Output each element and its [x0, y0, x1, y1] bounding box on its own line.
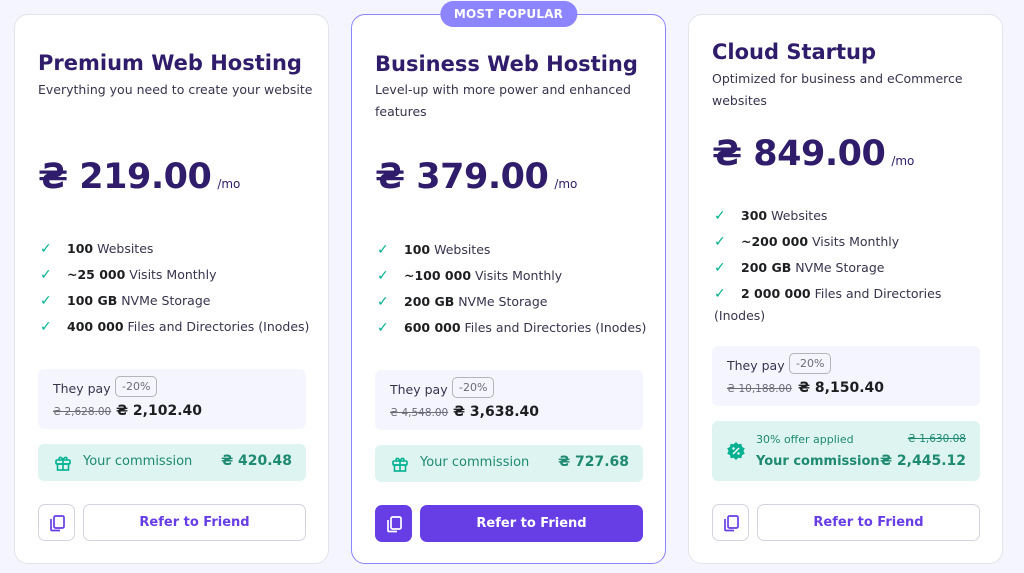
feature-list: ✓ 300 Websites ✓ ~200 000 Visits Monthly ✓… [714, 203, 986, 327]
check-icon: ✓ [714, 286, 726, 302]
copy-icon [723, 514, 739, 531]
discounted-price: ₴ 8,150.40 [798, 380, 884, 396]
price-value: ₴ 379.00 [375, 157, 549, 197]
they-pay-label: They pay [53, 381, 111, 396]
check-icon: ✓ [377, 294, 389, 310]
plan-title: Cloud Startup [712, 40, 877, 64]
plan-price: ₴ 379.00/mo [375, 157, 577, 197]
plan-card-business: MOST POPULAR Business Web Hosting Level-… [351, 1, 666, 564]
feature-item: ✓ 100 Websites [377, 237, 662, 263]
plan-subtitle: Everything you need to create your websi… [38, 82, 313, 97]
gift-icon [391, 455, 409, 477]
price-value: ₴ 219.00 [38, 157, 212, 197]
copy-link-button[interactable] [375, 505, 412, 542]
refer-to-friend-button[interactable]: Refer to Friend [420, 505, 643, 542]
they-pay-box: They pay -20% ₴ 10,188.00 ₴ 8,150.40 [712, 346, 980, 406]
feature-item: ✓ 600 000 Files and Directories (Inodes) [377, 315, 662, 341]
offer-applied-text: 30% offer applied [756, 433, 854, 446]
feature-list: ✓ 100 Websites ✓ ~100 000 Visits Monthly ✓… [377, 237, 662, 341]
price-period: /mo [554, 177, 578, 191]
commission-label: Your commission [756, 454, 880, 469]
copy-link-button[interactable] [38, 504, 75, 541]
commission-amount: ₴ 420.48 [221, 453, 292, 469]
feature-item: ✓ 200 GB NVMe Storage [714, 255, 986, 281]
check-icon: ✓ [714, 208, 726, 224]
discount-badge: -20% [789, 353, 832, 374]
feature-item: ✓ ~100 000 Visits Monthly [377, 263, 662, 289]
commission-label: Your commission [83, 454, 193, 469]
check-icon: ✓ [377, 320, 389, 336]
they-pay-box: They pay -20% ₴ 4,548.00 ₴ 3,638.40 [375, 370, 643, 430]
plan-subtitle: Optimized for business and eCommerce web… [712, 71, 963, 108]
price-value: ₴ 849.00 [712, 134, 886, 174]
price-period: /mo [217, 177, 241, 191]
commission-amount: ₴ 727.68 [558, 454, 629, 470]
original-price: ₴ 4,548.00 [390, 407, 449, 419]
plan-price: ₴ 849.00/mo [712, 134, 914, 174]
original-price: ₴ 10,188.00 [727, 383, 792, 395]
check-icon: ✓ [40, 293, 52, 309]
gift-icon [54, 454, 72, 476]
price-period: /mo [891, 154, 915, 168]
they-pay-label: They pay [390, 382, 448, 397]
plan-title: Premium Web Hosting [38, 51, 302, 75]
they-pay-label: They pay [727, 358, 785, 373]
plan-title: Business Web Hosting [375, 52, 638, 76]
commission-box: Your commission ₴ 420.48 [38, 444, 306, 481]
discounted-price: ₴ 2,102.40 [116, 403, 202, 419]
feature-item: ✓ ~25 000 Visits Monthly [40, 262, 325, 288]
feature-item: ✓ 100 Websites [40, 236, 325, 262]
original-price: ₴ 2,628.00 [53, 406, 112, 418]
original-commission: ₴ 1,630.08 [907, 433, 966, 445]
commission-box: 30% offer applied ₴ 1,630.08 Your commis… [712, 421, 980, 481]
refer-to-friend-button[interactable]: Refer to Friend [83, 504, 306, 541]
check-icon: ✓ [40, 319, 52, 335]
discount-seal-icon [726, 441, 746, 465]
plan-subtitle: Level-up with more power and enhanced fe… [375, 82, 631, 119]
check-icon: ✓ [377, 268, 389, 284]
discounted-price: ₴ 3,638.40 [453, 404, 539, 420]
plan-card-premium: Premium Web Hosting Everything you need … [14, 14, 329, 564]
commission-box: Your commission ₴ 727.68 [375, 445, 643, 482]
feature-list: ✓ 100 Websites ✓ ~25 000 Visits Monthly ✓ 1… [40, 236, 325, 340]
copy-icon [386, 515, 402, 532]
feature-item: ✓ 100 GB NVMe Storage [40, 288, 325, 314]
discount-badge: -20% [452, 377, 495, 398]
most-popular-badge: MOST POPULAR [439, 1, 578, 27]
feature-item: ✓ ~200 000 Visits Monthly [714, 229, 986, 255]
feature-item: ✓ 400 000 Files and Directories (Inodes) [40, 314, 325, 340]
check-icon: ✓ [714, 260, 726, 276]
check-icon: ✓ [40, 241, 52, 257]
refer-to-friend-button[interactable]: Refer to Friend [757, 504, 980, 541]
feature-item: ✓ 200 GB NVMe Storage [377, 289, 662, 315]
discount-badge: -20% [115, 376, 158, 397]
copy-icon [49, 514, 65, 531]
plan-price: ₴ 219.00/mo [38, 157, 240, 197]
check-icon: ✓ [377, 242, 389, 258]
feature-item: ✓ 2 000 000 Files and Directories (Inodes… [714, 283, 986, 327]
they-pay-box: They pay -20% ₴ 2,628.00 ₴ 2,102.40 [38, 369, 306, 429]
commission-amount: ₴ 2,445.12 [880, 453, 966, 469]
commission-label: Your commission [420, 455, 530, 470]
copy-link-button[interactable] [712, 504, 749, 541]
check-icon: ✓ [40, 267, 52, 283]
feature-item: ✓ 300 Websites [714, 203, 986, 229]
check-icon: ✓ [714, 234, 726, 250]
plan-card-cloud-startup: Cloud Startup Optimized for business and… [688, 14, 1003, 564]
